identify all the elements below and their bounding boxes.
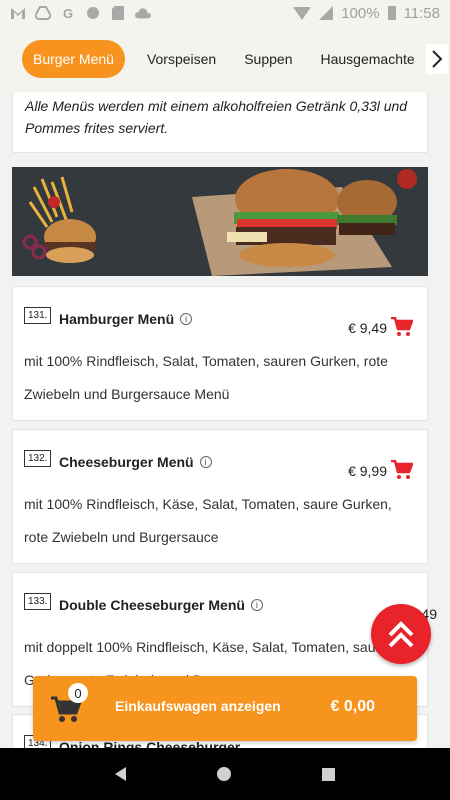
item-title: Double Cheeseburger Menü i: [59, 597, 263, 613]
item-number: 132.: [24, 450, 52, 467]
item-description: mit 100% Rindfleisch, Käse, Salat, Tomat…: [24, 496, 392, 545]
info-icon[interactable]: i: [199, 456, 212, 468]
cloud-icon: [135, 6, 151, 20]
system-icons: 100% 11:58: [293, 5, 440, 22]
chevron-right-icon[interactable]: [426, 44, 448, 74]
notification-icons: G: [10, 5, 151, 21]
item-name: Hamburger Menü: [59, 311, 175, 327]
item-title: Cheeseburger Menü i: [59, 454, 212, 470]
item-number: 131.: [24, 307, 52, 324]
cart-label: Einkaufswagen anzeigen: [115, 698, 281, 714]
item-price: € 9,99: [348, 463, 387, 479]
back-icon[interactable]: [115, 767, 127, 781]
double-chevron-up-icon: [388, 621, 414, 648]
circle-icon: [85, 6, 101, 20]
battery-icon: [387, 6, 396, 20]
google-icon: G: [62, 5, 74, 21]
info-text: Alle Menüs werden mit einem alkoholfreie…: [25, 98, 408, 136]
add-to-cart-icon[interactable]: [391, 459, 414, 480]
signal-icon: [319, 6, 334, 20]
info-card: Alle Menüs werden mit einem alkoholfreie…: [12, 92, 428, 153]
item-name: Cheeseburger Menü: [59, 454, 194, 470]
recent-apps-icon[interactable]: [321, 767, 335, 781]
battery-level: 100%: [341, 4, 380, 22]
system-nav-bar: [0, 748, 450, 800]
home-icon[interactable]: [216, 767, 231, 781]
item-name: Double Cheeseburger Menü: [59, 597, 245, 613]
info-icon[interactable]: i: [250, 599, 263, 611]
tab-hausgemachte[interactable]: Hausgemachte: [321, 51, 415, 67]
tab-suppen[interactable]: Suppen: [244, 51, 292, 67]
item-number: 133.: [24, 593, 52, 610]
view-cart-button[interactable]: 0 Einkaufswagen anzeigen € 0,00: [33, 676, 417, 741]
tab-vorspeisen[interactable]: Vorspeisen: [147, 51, 216, 67]
add-to-cart-icon[interactable]: [391, 316, 414, 337]
wifi-icon: [293, 6, 312, 20]
menu-item[interactable]: 132. Cheeseburger Menü i € 9,99 mit 100%…: [12, 429, 428, 564]
clock: 11:58: [403, 4, 440, 22]
info-icon[interactable]: i: [180, 313, 193, 325]
category-tabs: Burger Menü Vorspeisen Suppen Hausgemach…: [0, 26, 450, 92]
scroll-to-top-button[interactable]: [371, 604, 431, 664]
burger-banner-image: [12, 167, 428, 276]
item-description: mit 100% Rindfleisch, Salat, Tomaten, sa…: [24, 353, 388, 402]
item-title: Hamburger Menü i: [59, 311, 193, 327]
menu-item[interactable]: 131. Hamburger Menü i € 9,49 mit 100% Ri…: [12, 286, 428, 421]
status-bar: G 100% 11:58: [0, 0, 450, 26]
tab-burger-menu[interactable]: Burger Menü: [22, 40, 125, 78]
drive-icon: [35, 6, 51, 20]
item-price: € 9,49: [348, 320, 387, 336]
cart-total: € 0,00: [330, 698, 375, 715]
sd-card-icon: [110, 6, 126, 20]
cart-count-badge: 0: [68, 683, 88, 703]
gmail-icon: [10, 6, 26, 20]
